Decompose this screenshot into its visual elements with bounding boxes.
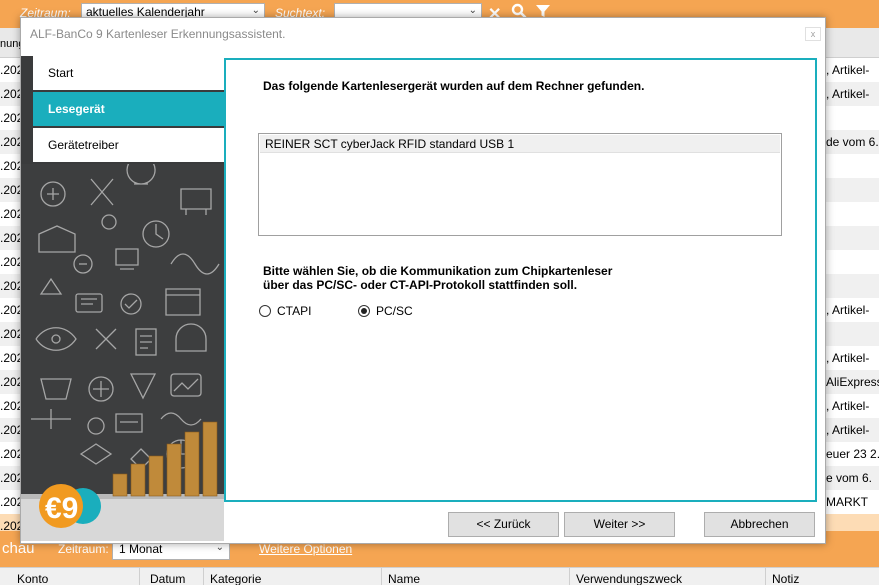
- nav-item-label: Start: [48, 66, 74, 80]
- radio-ctapi-label: CTAPI: [277, 304, 312, 318]
- bottom-zeitraum-label: Zeitraum:: [58, 542, 109, 556]
- dialog-title: ALF-BanCo 9 Kartenleser Erkennungsassist…: [30, 27, 286, 41]
- back-button[interactable]: << Zurück: [448, 512, 559, 537]
- row-purpose-fragment: , Artikel-: [826, 351, 870, 365]
- row-purpose-fragment: AliExpress: [826, 375, 879, 389]
- device-name: REINER SCT cyberJack RFID standard USB 1: [265, 137, 515, 151]
- radio-ctapi[interactable]: CTAPI: [259, 303, 311, 319]
- column-verwendungszweck[interactable]: Verwendungszweck: [570, 568, 766, 585]
- nav-item-label: Gerätetreiber: [48, 138, 119, 152]
- list-item[interactable]: REINER SCT cyberJack RFID standard USB 1: [260, 135, 780, 153]
- wizard-sidebar: Start Lesegerät Gerätetreiber €9: [21, 56, 224, 541]
- prompt-line-1: Bitte wählen Sie, ob die Kommunikation z…: [263, 264, 613, 278]
- bottom-zeitraum-value: 1 Monat: [119, 542, 163, 556]
- radio-pcsc-circle[interactable]: [358, 305, 370, 317]
- logo-text: €9: [45, 492, 78, 525]
- cancel-button[interactable]: Abbrechen: [704, 512, 815, 537]
- column-kategorie[interactable]: Kategorie: [204, 568, 382, 585]
- found-device-heading: Das folgende Kartenlesergerät wurden auf…: [263, 79, 645, 93]
- column-notiz[interactable]: Notiz: [766, 568, 879, 585]
- row-purpose-fragment: , Artikel-: [826, 63, 870, 77]
- close-icon: x: [810, 29, 816, 39]
- row-purpose-fragment: , Artikel-: [826, 399, 870, 413]
- prompt-line-2: über das PC/SC- oder CT-API-Protokoll st…: [263, 278, 578, 292]
- next-button[interactable]: Weiter >>: [564, 512, 675, 537]
- close-button[interactable]: x: [805, 27, 821, 41]
- device-list[interactable]: REINER SCT cyberJack RFID standard USB 1: [258, 133, 782, 236]
- row-purpose-fragment: , Artikel-: [826, 423, 870, 437]
- chalkboard-illustration: €9: [21, 164, 224, 541]
- column-name[interactable]: Name: [382, 568, 570, 585]
- alf-banco-logo: €9: [39, 484, 101, 528]
- wizard-content-panel: Das folgende Kartenlesergerät wurden auf…: [224, 58, 817, 502]
- protocol-prompt: Bitte wählen Sie, ob die Kommunikation z…: [263, 264, 612, 292]
- row-purpose-fragment: , Artikel-: [826, 87, 870, 101]
- chevron-down-icon: ⌄: [251, 5, 260, 16]
- row-purpose-fragment: e vom 6.: [826, 471, 873, 485]
- chevron-down-icon: ⌄: [468, 5, 477, 16]
- nav-item-lesegeraet[interactable]: Lesegerät: [33, 92, 224, 126]
- radio-pcsc[interactable]: PC/SC: [358, 303, 413, 319]
- nav-item-start[interactable]: Start: [33, 56, 224, 90]
- row-purpose-fragment: , Artikel-: [826, 303, 870, 317]
- radio-pcsc-label: PC/SC: [376, 304, 413, 318]
- weitere-optionen-link[interactable]: Weitere Optionen: [259, 542, 352, 556]
- row-purpose-fragment: MARKT: [826, 495, 868, 509]
- row-purpose-fragment: de vom 6.: [826, 135, 879, 149]
- bottom-table-header: Konto Datum Kategorie Name Verwendungszw…: [0, 567, 879, 585]
- card-reader-wizard-dialog: ALF-BanCo 9 Kartenleser Erkennungsassist…: [20, 17, 826, 544]
- column-datum[interactable]: Datum: [140, 568, 204, 585]
- nav-item-geraetetreiber[interactable]: Gerätetreiber: [33, 128, 224, 162]
- row-purpose-fragment: euer 23 2.: [826, 447, 879, 461]
- nav-item-label: Lesegerät: [48, 102, 105, 116]
- radio-ctapi-circle[interactable]: [259, 305, 271, 317]
- column-konto[interactable]: Konto: [0, 568, 140, 585]
